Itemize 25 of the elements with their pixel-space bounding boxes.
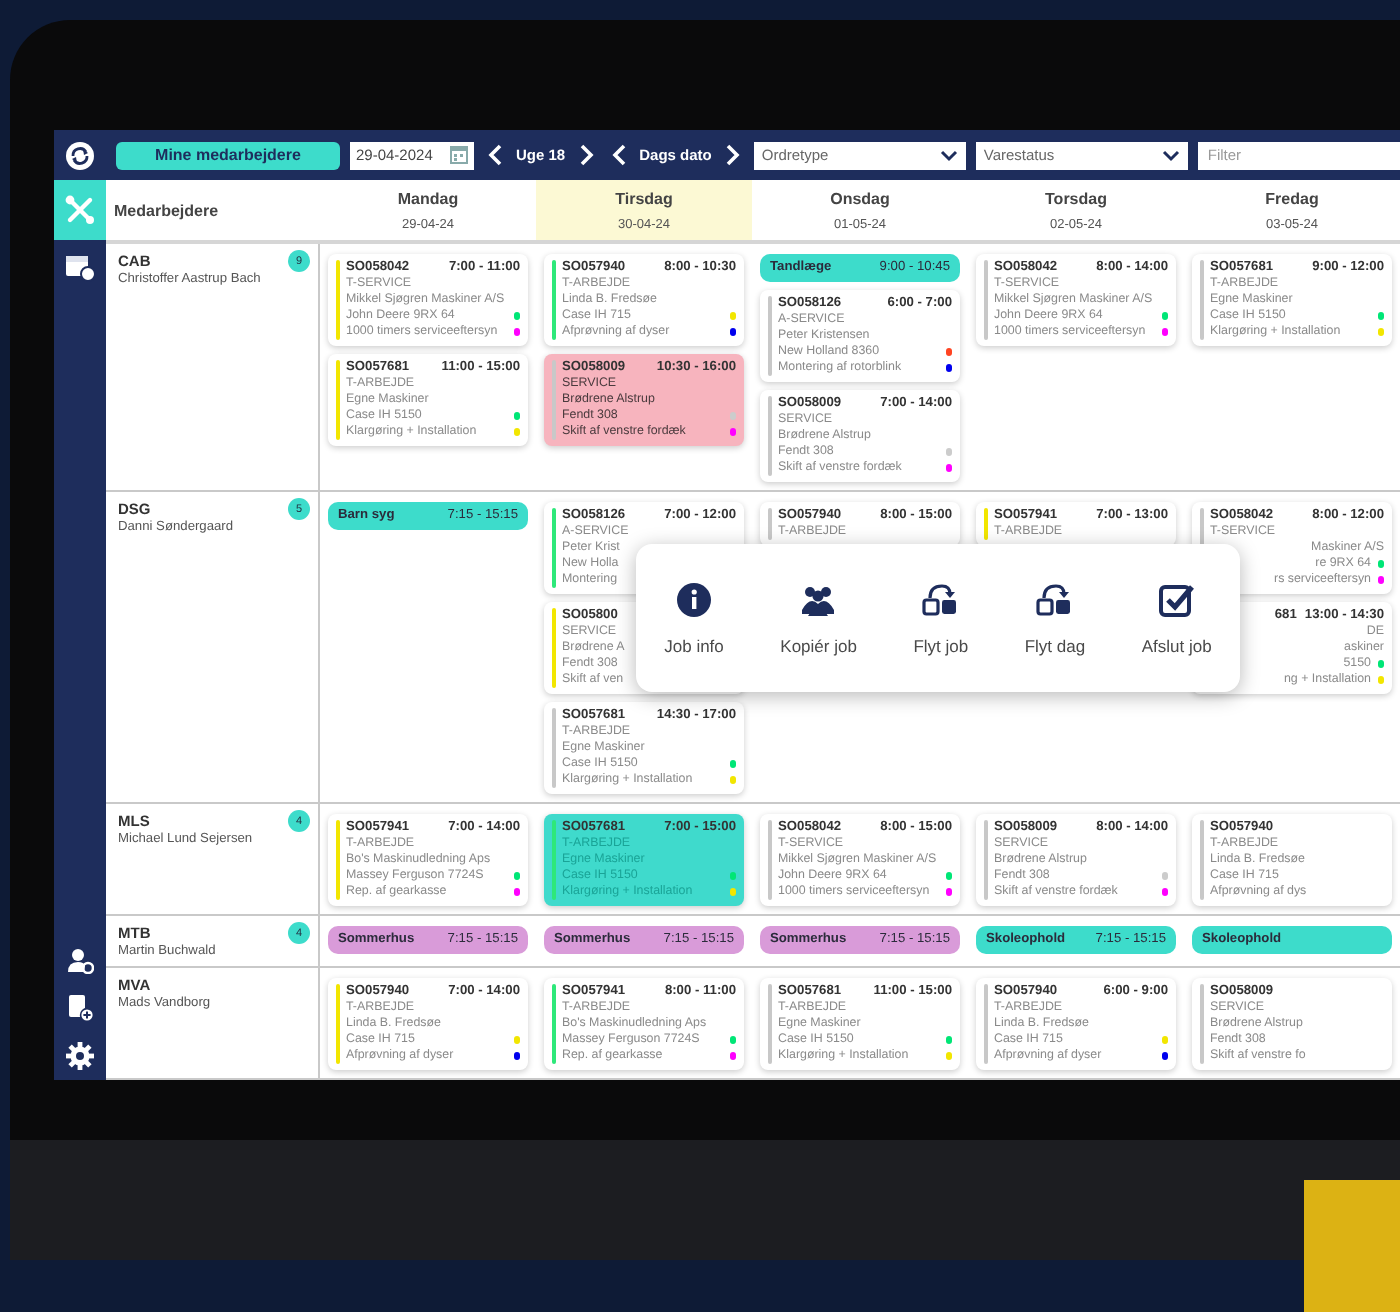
accent-block [1304, 1180, 1400, 1312]
calendar-icon [450, 146, 468, 164]
checkbox-icon [1158, 581, 1195, 617]
tools-icon [64, 194, 96, 226]
people-icon [800, 581, 837, 617]
menu-item[interactable]: Flyt dag [1020, 577, 1090, 659]
calendar-clock-icon [64, 250, 96, 282]
settings-icon[interactable] [66, 1042, 94, 1070]
chevron-left-button[interactable] [607, 144, 630, 166]
chevron-right-button[interactable] [575, 144, 598, 166]
chevron-right-button[interactable] [721, 144, 744, 166]
caret-icon [1161, 149, 1180, 161]
document-plus-icon[interactable] [67, 994, 93, 1022]
refresh-icon[interactable] [66, 141, 94, 169]
info-icon [676, 581, 713, 617]
squares-arrow-icon [1036, 581, 1073, 617]
menu-item[interactable]: Kopiér job [776, 577, 861, 659]
menu-item[interactable]: Job info [660, 577, 728, 659]
squares-arrow-icon [922, 581, 959, 617]
menu-item[interactable]: Flyt job [909, 577, 973, 659]
caret-icon [939, 149, 958, 161]
chevron-left-button[interactable] [484, 144, 506, 166]
column-header: Medarbejdere [112, 201, 221, 219]
employees-button[interactable]: Mine medarbejdere [116, 141, 340, 169]
user-gear-icon[interactable] [67, 948, 93, 974]
